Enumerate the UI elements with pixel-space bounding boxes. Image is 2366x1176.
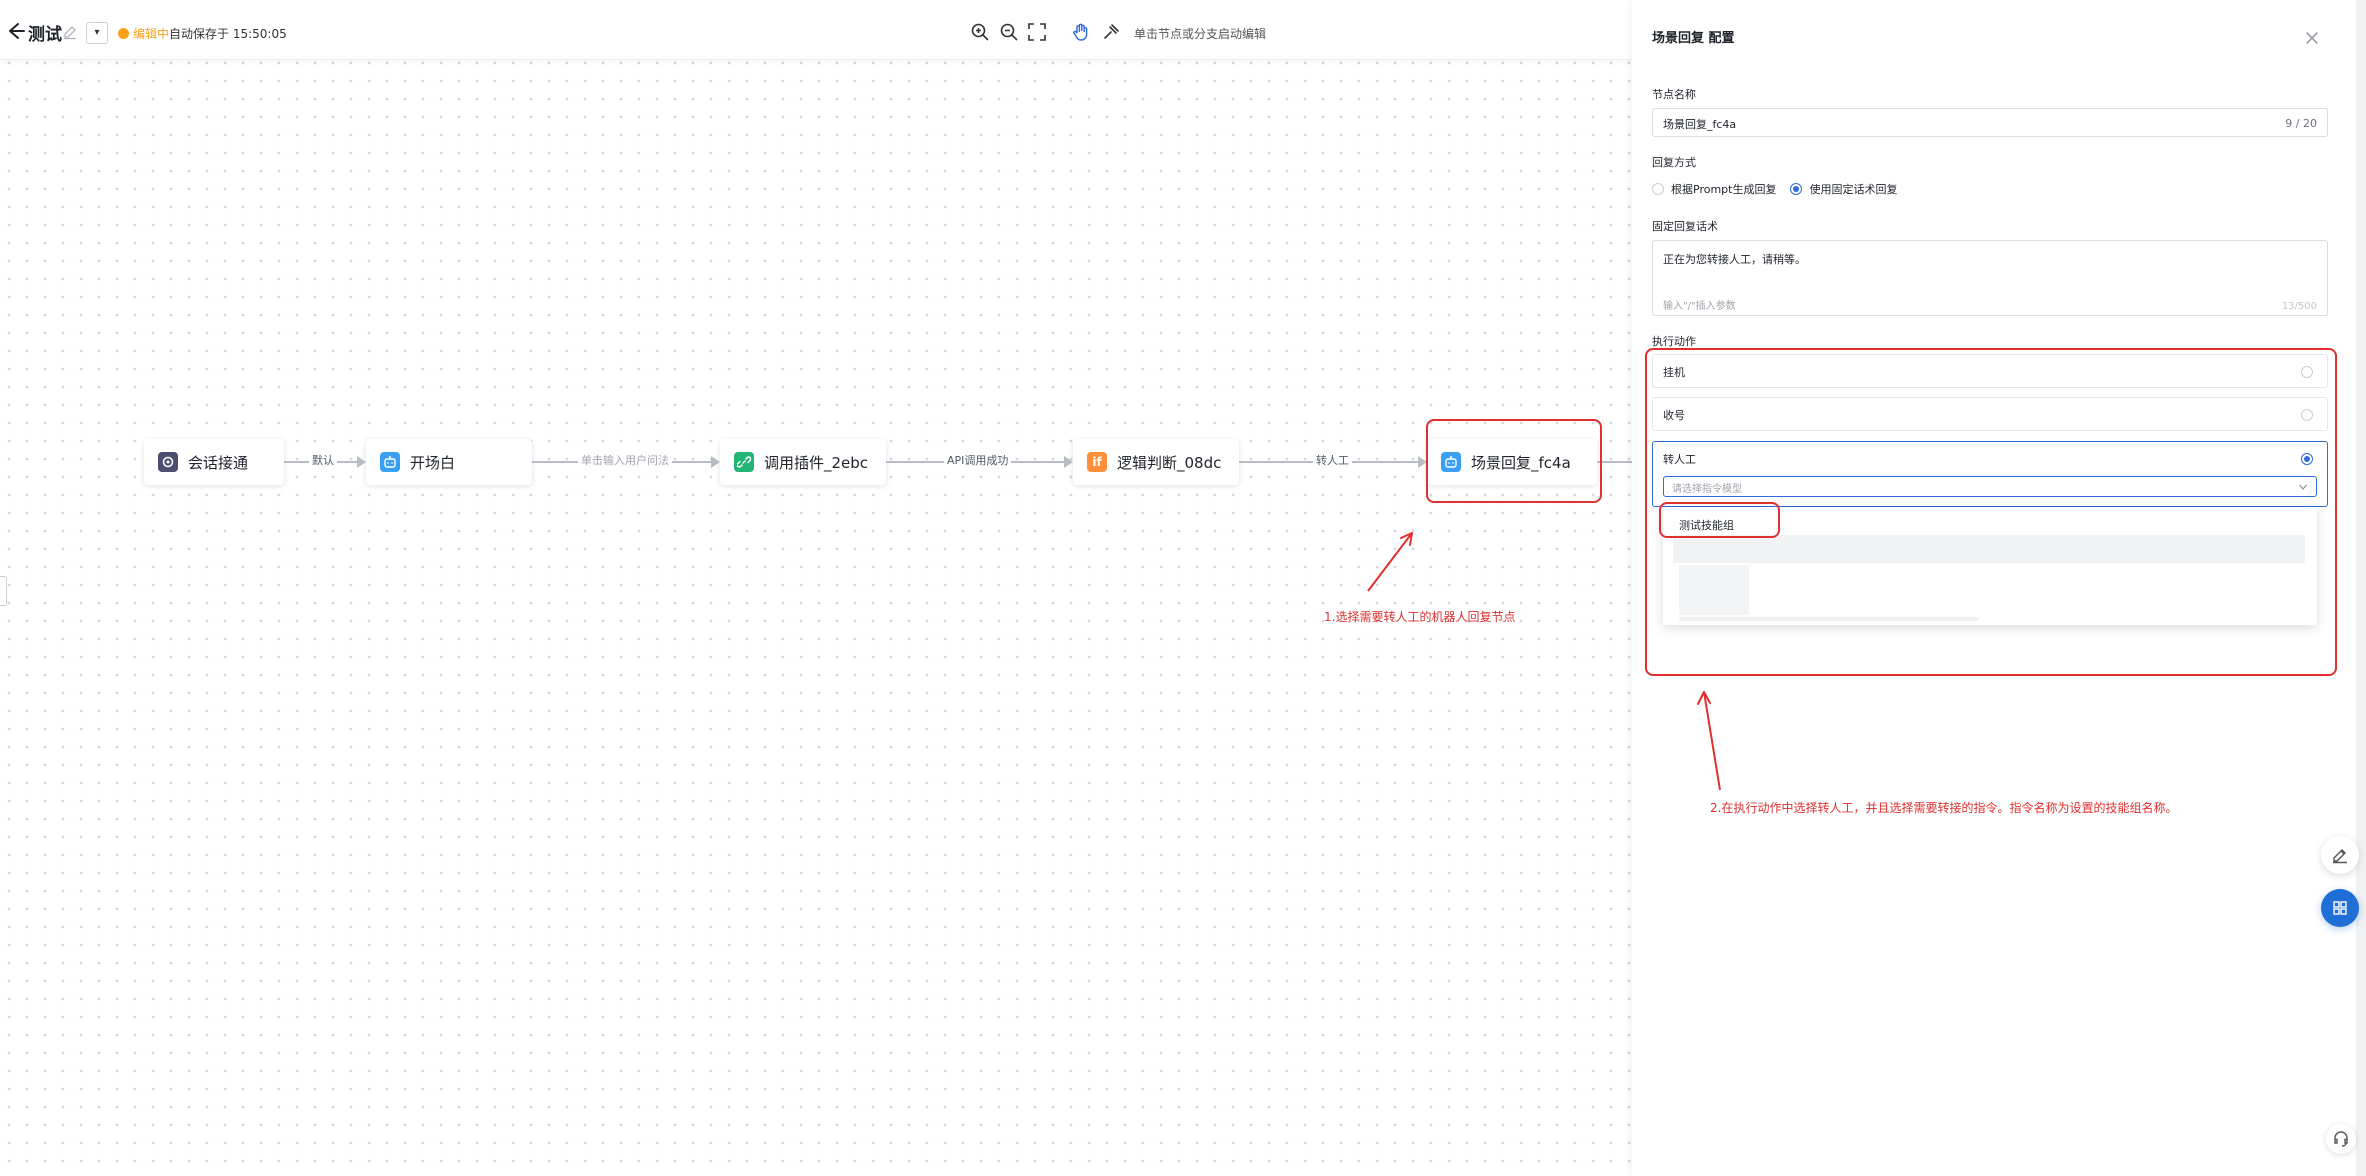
fixed-reply-textarea[interactable]: 正在为您转接人工，请稍等。 输入"/"插入参数 13/500 xyxy=(1652,240,2328,316)
fixed-reply-count: 13/500 xyxy=(2281,301,2317,312)
edge-arrow-icon xyxy=(711,456,720,468)
fixed-reply-placeholder: 输入"/"插入参数 xyxy=(1663,301,1736,312)
canvas-hint-text: 单击节点或分支启动编辑 xyxy=(1134,27,1267,41)
edge-label[interactable]: 单击输入用户问法 xyxy=(578,453,672,469)
flow-title: 测试 xyxy=(28,25,62,45)
radio-fixed-reply[interactable] xyxy=(1790,183,1803,195)
command-dropdown: 测试技能组 xyxy=(1663,507,2317,625)
chevron-down-icon xyxy=(2299,484,2307,490)
back-arrow-icon[interactable] xyxy=(4,20,26,42)
floating-support-button[interactable] xyxy=(2326,1124,2356,1154)
flow-node-opening[interactable]: 开场白 xyxy=(366,439,532,485)
config-panel: 场景回复 配置 节点名称 场景回复_fc4a 9 / 20 回复方式 根据Pro… xyxy=(1632,0,2356,1176)
flow-edge xyxy=(1597,461,1632,463)
version-dropdown-button[interactable]: ▾ xyxy=(86,22,108,44)
hand-icon[interactable] xyxy=(1071,22,1091,42)
radio-prompt-reply[interactable] xyxy=(1652,183,1664,195)
node-name-label: 节点名称 xyxy=(1652,88,1696,101)
fullscreen-icon[interactable] xyxy=(1027,22,1047,42)
node-label: 调用插件_2ebc xyxy=(764,453,869,472)
canvas-collapse-handle[interactable] xyxy=(0,576,7,606)
action-option-transfer[interactable]: 转人工 请选择指令模型 xyxy=(1652,441,2328,507)
edge-label[interactable]: 转人工 xyxy=(1313,453,1352,469)
action-label: 执行动作 xyxy=(1652,335,1696,348)
dropdown-option-skill-group[interactable]: 测试技能组 xyxy=(1679,517,1734,533)
edit-status-text: 编辑中 xyxy=(133,27,170,41)
autosave-text: 自动保存于 15:50:05 xyxy=(169,27,287,41)
annotation-arrow-icon xyxy=(1697,691,1721,791)
edge-arrow-icon xyxy=(357,456,366,468)
floating-edit-button[interactable] xyxy=(2321,836,2359,874)
command-select-placeholder: 请选择指令模型 xyxy=(1672,484,1742,495)
radio-transfer[interactable] xyxy=(2301,453,2313,465)
edge-label[interactable]: 默认 xyxy=(309,453,337,469)
node-label: 场景回复_fc4a xyxy=(1471,453,1571,472)
panel-scrollbar[interactable] xyxy=(2356,0,2366,1176)
close-icon[interactable] xyxy=(2304,30,2320,46)
action-option-collect[interactable]: 收号 xyxy=(1652,397,2328,431)
radio-label[interactable]: 根据Prompt生成回复 xyxy=(1671,181,1776,197)
annotation-arrow-icon xyxy=(1367,532,1413,592)
reply-mode-label: 回复方式 xyxy=(1652,156,1696,169)
node-name-count: 9 / 20 xyxy=(2285,117,2317,130)
flow-node-logic[interactable]: if 逻辑判断_08dc xyxy=(1073,439,1239,485)
node-label: 会话接通 xyxy=(188,453,249,472)
annotation-text-1: 1.选择需要转人工的机器人回复节点 xyxy=(1324,610,1516,624)
pencil-icon xyxy=(2333,849,2347,864)
zoom-out-icon[interactable] xyxy=(999,22,1019,42)
radio-collect[interactable] xyxy=(2301,409,2313,421)
fixed-reply-label: 固定回复话术 xyxy=(1652,220,1718,233)
zoom-in-icon[interactable] xyxy=(970,22,990,42)
action-option-hangup[interactable]: 挂机 xyxy=(1652,354,2328,388)
session-icon xyxy=(158,452,178,472)
floating-grid-button[interactable] xyxy=(2321,889,2359,927)
robot-icon xyxy=(380,452,400,472)
top-toolbar: 测试 ▾ 编辑中 自动保存于 15:50:05 单击节点或分支启动编辑 xyxy=(0,0,1632,60)
blurred-option xyxy=(1679,565,1749,615)
node-label: 开场白 xyxy=(410,453,456,472)
edge-arrow-icon xyxy=(1064,456,1073,468)
node-label: 逻辑判断_08dc xyxy=(1117,453,1222,472)
annotation-text-2: 2.在执行动作中选择转人工，并且选择需要转接的指令。指令名称为设置的技能组名称。 xyxy=(1710,801,2178,815)
blurred-option xyxy=(1679,617,1979,621)
node-name-input[interactable]: 场景回复_fc4a 9 / 20 xyxy=(1652,108,2328,137)
edge-label[interactable]: API调用成功 xyxy=(944,453,1012,469)
plugin-link-icon xyxy=(734,452,754,472)
node-name-value: 场景回复_fc4a xyxy=(1663,118,1737,131)
flow-node-session-start[interactable]: 会话接通 xyxy=(144,439,284,485)
action-option-label: 收号 xyxy=(1663,409,1685,422)
edit-icon[interactable] xyxy=(62,24,78,40)
blurred-option xyxy=(1673,535,2305,563)
action-option-label: 转人工 xyxy=(1663,453,1696,466)
edge-arrow-icon xyxy=(1418,456,1427,468)
command-select[interactable]: 请选择指令模型 xyxy=(1663,476,2317,497)
fixed-reply-value: 正在为您转接人工，请稍等。 xyxy=(1663,253,1806,266)
action-option-label: 挂机 xyxy=(1663,366,1685,379)
grid-icon xyxy=(2333,901,2347,915)
if-icon: if xyxy=(1087,452,1107,472)
status-dot-icon xyxy=(118,28,129,39)
reply-mode-radio-group: 根据Prompt生成回复 使用固定话术回复 xyxy=(1652,181,1897,197)
auto-layout-icon[interactable] xyxy=(1101,22,1121,42)
panel-title: 场景回复 配置 xyxy=(1652,31,1735,46)
headset-icon xyxy=(2334,1131,2348,1147)
radio-label[interactable]: 使用固定话术回复 xyxy=(1809,181,1897,197)
radio-hangup[interactable] xyxy=(2301,366,2313,378)
flow-node-scene-reply[interactable]: 场景回复_fc4a xyxy=(1427,439,1597,485)
robot-icon xyxy=(1441,452,1461,472)
flow-node-plugin[interactable]: 调用插件_2ebc xyxy=(720,439,886,485)
